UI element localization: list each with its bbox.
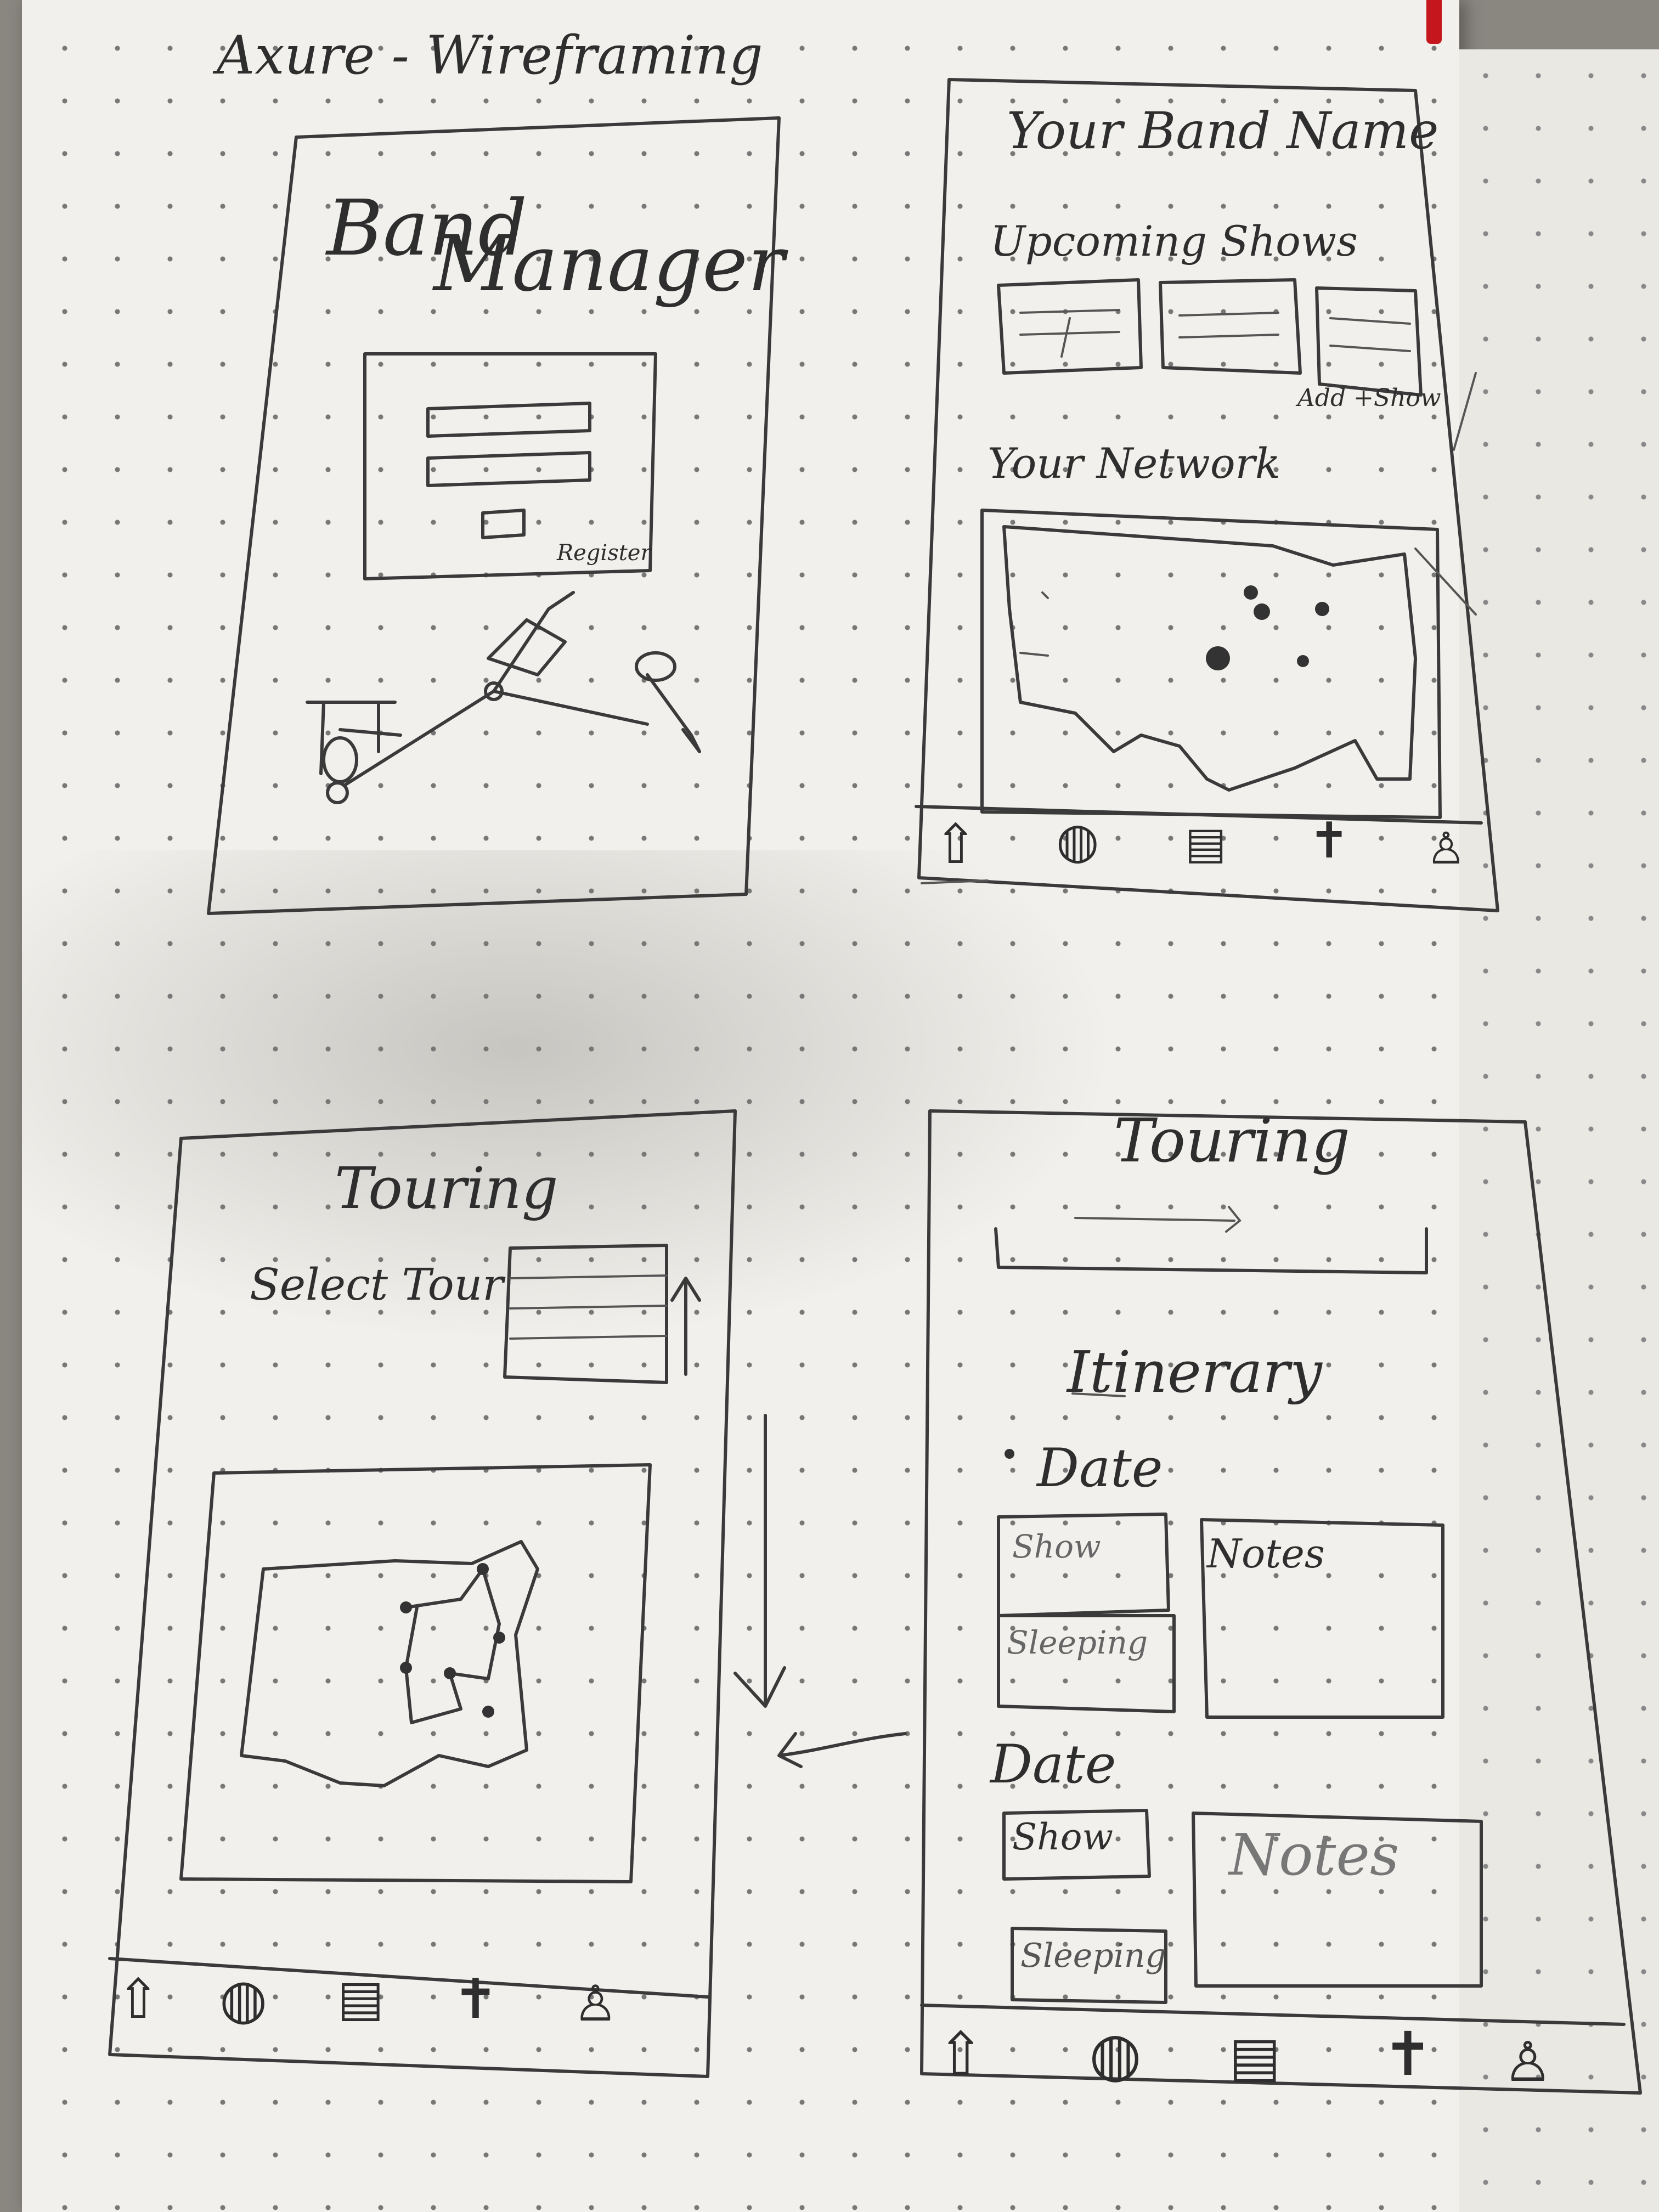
calendar-icon[interactable]: ▤	[337, 1970, 384, 2027]
sketch-ink	[108, 78, 1642, 2095]
guitar-icon[interactable]: ✝	[1308, 812, 1350, 870]
home-icon[interactable]: ⇧	[115, 1967, 161, 2031]
username-field	[426, 402, 591, 438]
show-card-1	[997, 278, 1143, 375]
app-title-manager: Manager	[433, 219, 785, 309]
calendar-icon[interactable]: ▤	[1185, 817, 1227, 868]
tour-timeline	[994, 1227, 1428, 1274]
select-tour-label: Select Tour	[250, 1259, 504, 1310]
band-name-title: Your Band Name	[1007, 101, 1439, 160]
network-heading: Your Network	[988, 439, 1280, 488]
register-link[interactable]: Register	[557, 540, 651, 566]
day2-date: Date	[990, 1734, 1116, 1795]
profile-icon[interactable]: ♙	[1426, 823, 1466, 874]
globe-icon[interactable]: ◍	[1089, 2019, 1142, 2089]
globe-icon[interactable]: ◍	[219, 1967, 267, 2031]
day2-notes-label[interactable]: Notes	[1229, 1821, 1399, 1888]
flow-arrow-right	[777, 1732, 907, 1768]
login-button	[481, 509, 526, 539]
password-field	[426, 451, 591, 487]
upcoming-shows-heading: Upcoming Shows	[990, 217, 1358, 266]
day2-sleeping-label[interactable]: Sleeping	[1020, 1937, 1166, 1975]
day1-show-label[interactable]: Show	[1012, 1528, 1101, 1565]
itinerary-heading: Itinerary	[1067, 1339, 1322, 1406]
show-card-3	[1315, 286, 1423, 397]
show-card-2	[1159, 278, 1302, 375]
home-icon[interactable]: ⇧	[935, 2019, 986, 2089]
day1-date: Date	[1037, 1437, 1163, 1499]
globe-icon[interactable]: ◍	[1056, 812, 1099, 870]
notebook-title: Axure - Wireframing	[217, 25, 763, 86]
guitar-icon[interactable]: ✝	[1383, 2019, 1433, 2089]
itinerary-nav-bar	[920, 2004, 1626, 2026]
touring-title: Touring	[335, 1155, 558, 1222]
day1-sleeping-label[interactable]: Sleeping	[1007, 1624, 1148, 1661]
guitar-icon[interactable]: ✝	[453, 1967, 499, 2031]
add-show-button[interactable]: Add +Show	[1297, 384, 1441, 412]
touring-nav-bar	[108, 1957, 709, 1999]
tour-route	[404, 1567, 501, 1724]
tour-picker-list	[503, 1244, 668, 1384]
home-icon[interactable]: ⇧	[933, 812, 979, 876]
tour-map-outline	[240, 1540, 539, 1787]
flow-arrow-down	[733, 1414, 786, 1708]
itinerary-screen-title: Touring	[1114, 1105, 1350, 1176]
profile-icon[interactable]: ♙	[573, 1975, 618, 2033]
calendar-icon[interactable]: ▤	[1229, 2024, 1280, 2089]
day1-notes-label[interactable]: Notes	[1207, 1531, 1325, 1577]
band-instruments-doodle	[306, 591, 701, 804]
profile-icon[interactable]: ♙	[1503, 2030, 1553, 2094]
day2-show-label[interactable]: Show	[1012, 1816, 1113, 1858]
dashboard-screen-frame	[917, 78, 1499, 912]
